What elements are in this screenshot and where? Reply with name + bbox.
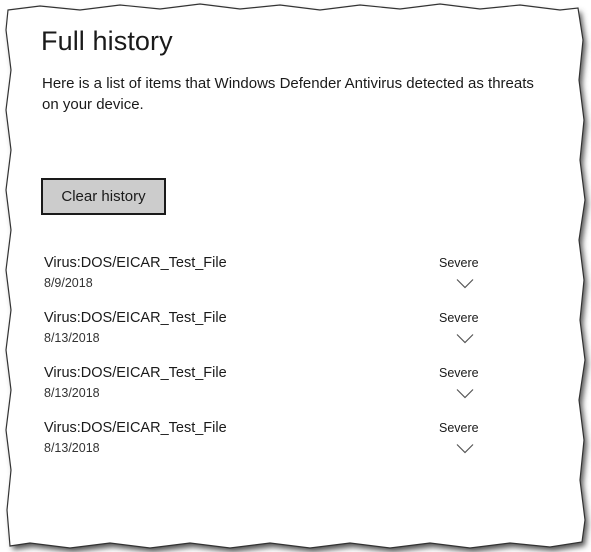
- page-title: Full history: [41, 26, 173, 56]
- threat-list: Virus:DOS/EICAR_Test_File 8/9/2018 Sever…: [44, 252, 494, 472]
- page-description: Here is a list of items that Windows Def…: [42, 75, 534, 113]
- threat-item[interactable]: Virus:DOS/EICAR_Test_File 8/13/2018 Seve…: [44, 362, 494, 417]
- threat-name: Virus:DOS/EICAR_Test_File: [44, 310, 227, 326]
- threat-severity: Severe: [439, 421, 479, 435]
- threat-severity: Severe: [439, 256, 479, 270]
- threat-name: Virus:DOS/EICAR_Test_File: [44, 365, 227, 381]
- threat-item[interactable]: Virus:DOS/EICAR_Test_File 8/13/2018 Seve…: [44, 307, 494, 362]
- threat-name: Virus:DOS/EICAR_Test_File: [44, 255, 227, 271]
- chevron-down-icon[interactable]: [456, 278, 474, 289]
- threat-item[interactable]: Virus:DOS/EICAR_Test_File 8/9/2018 Sever…: [44, 252, 494, 307]
- full-history-panel: Full history Here is a list of items tha…: [0, 0, 591, 552]
- threat-date: 8/13/2018: [44, 386, 100, 400]
- threat-date: 8/13/2018: [44, 441, 100, 455]
- chevron-down-icon[interactable]: [456, 388, 474, 399]
- threat-item[interactable]: Virus:DOS/EICAR_Test_File 8/13/2018 Seve…: [44, 417, 494, 472]
- chevron-down-icon[interactable]: [456, 443, 474, 454]
- threat-name: Virus:DOS/EICAR_Test_File: [44, 420, 227, 436]
- threat-severity: Severe: [439, 311, 479, 325]
- threat-severity: Severe: [439, 366, 479, 380]
- chevron-down-icon[interactable]: [456, 333, 474, 344]
- threat-date: 8/9/2018: [44, 276, 93, 290]
- clear-history-button[interactable]: Clear history: [41, 178, 166, 215]
- threat-date: 8/13/2018: [44, 331, 100, 345]
